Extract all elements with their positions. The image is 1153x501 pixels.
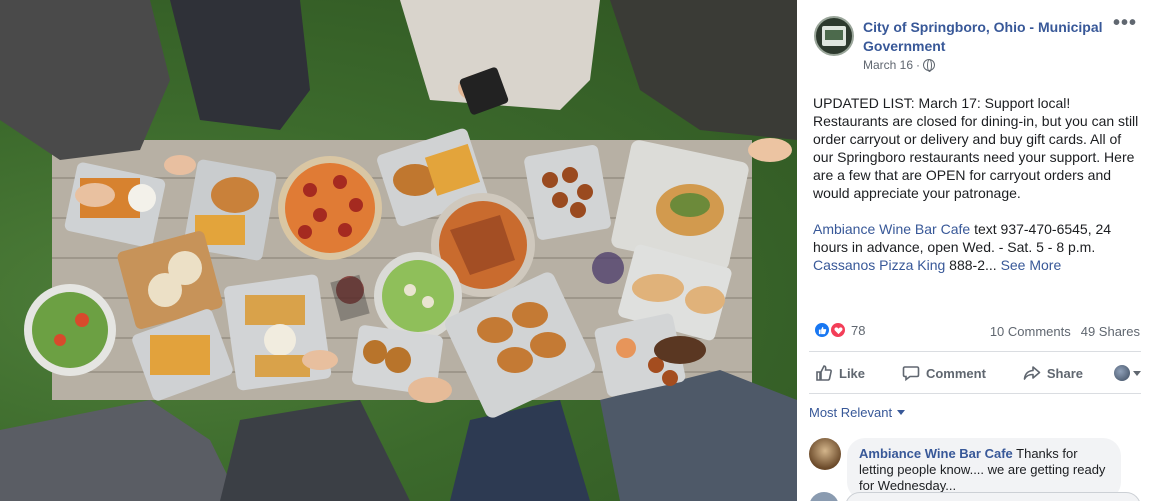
- see-more-link[interactable]: See More: [1001, 257, 1062, 273]
- chevron-down-icon: [1132, 370, 1141, 376]
- love-reaction-icon: [829, 321, 847, 339]
- commenter-avatar[interactable]: [809, 438, 841, 470]
- post-date[interactable]: March 16: [863, 58, 913, 72]
- share-button[interactable]: Share: [1017, 364, 1089, 382]
- shares-count[interactable]: 49 Shares: [1081, 324, 1140, 339]
- post-body: UPDATED LIST: March 17: Support local! R…: [813, 94, 1143, 274]
- person-bottom-left: [0, 400, 240, 501]
- write-comment-row: [809, 492, 1141, 501]
- comment-sort-dropdown[interactable]: Most Relevant: [809, 405, 906, 420]
- more-options-icon[interactable]: •••: [1113, 12, 1137, 35]
- post-panel: City of Springboro, Ohio - Municipal Gov…: [797, 0, 1153, 501]
- thumbs-up-icon: [816, 365, 832, 381]
- share-arrow-icon: [1023, 366, 1041, 380]
- person-top-left: [0, 0, 170, 160]
- engagement-counts: 10 Comments 49 Shares: [990, 324, 1140, 339]
- comment-bubble: Ambiance Wine Bar Cafe Thanks for lettin…: [847, 438, 1121, 500]
- comment-bubble-icon: [902, 366, 920, 382]
- person-top-right: [610, 0, 797, 140]
- post-as-selector[interactable]: [1113, 365, 1141, 381]
- like-reaction-icon: [813, 321, 831, 339]
- post-actions: Like Comment Share: [809, 357, 1141, 389]
- like-label: Like: [839, 365, 866, 381]
- page-name-link[interactable]: City of Springboro, Ohio - Municipal Gov…: [863, 18, 1113, 56]
- post-paragraph-1: UPDATED LIST: March 17: Support local! R…: [813, 95, 1139, 201]
- page-avatar[interactable]: [814, 16, 854, 56]
- like-button[interactable]: Like: [809, 364, 871, 382]
- post-photo[interactable]: [0, 0, 797, 501]
- cassanos-link[interactable]: Cassanos Pizza King: [813, 257, 945, 273]
- food-table-photo: [0, 0, 797, 501]
- user-avatar: [809, 492, 839, 501]
- ambiance-link[interactable]: Ambiance Wine Bar Cafe: [813, 221, 970, 237]
- chevron-down-icon: [897, 410, 906, 415]
- comment-author[interactable]: Ambiance Wine Bar Cafe: [859, 446, 1013, 461]
- reaction-count: 78: [851, 322, 866, 338]
- comment-item: Ambiance Wine Bar Cafe Thanks for lettin…: [809, 438, 1121, 500]
- reactions-summary[interactable]: 78: [813, 321, 865, 339]
- meta-separator: ·: [916, 58, 921, 72]
- post-paragraph-2: Ambiance Wine Bar Cafe text 937-470-6545…: [813, 220, 1143, 274]
- comments-count[interactable]: 10 Comments: [990, 324, 1071, 339]
- comment-button[interactable]: Comment: [896, 364, 992, 382]
- divider-bottom: [809, 393, 1141, 394]
- post-meta: March 16 ·: [863, 58, 936, 72]
- globe-icon: [923, 59, 936, 72]
- viewer-avatar: [1113, 365, 1130, 381]
- person-bottom-2: [220, 400, 410, 501]
- person-top-2: [170, 0, 310, 130]
- cassanos-details: 888-2...: [945, 257, 997, 273]
- comment-label: Comment: [925, 365, 986, 381]
- person-bottom-3: [450, 400, 590, 501]
- divider-top: [809, 351, 1141, 352]
- sort-label: Most Relevant: [809, 405, 893, 420]
- write-comment-input[interactable]: [845, 492, 1141, 501]
- share-label: Share: [1046, 365, 1084, 381]
